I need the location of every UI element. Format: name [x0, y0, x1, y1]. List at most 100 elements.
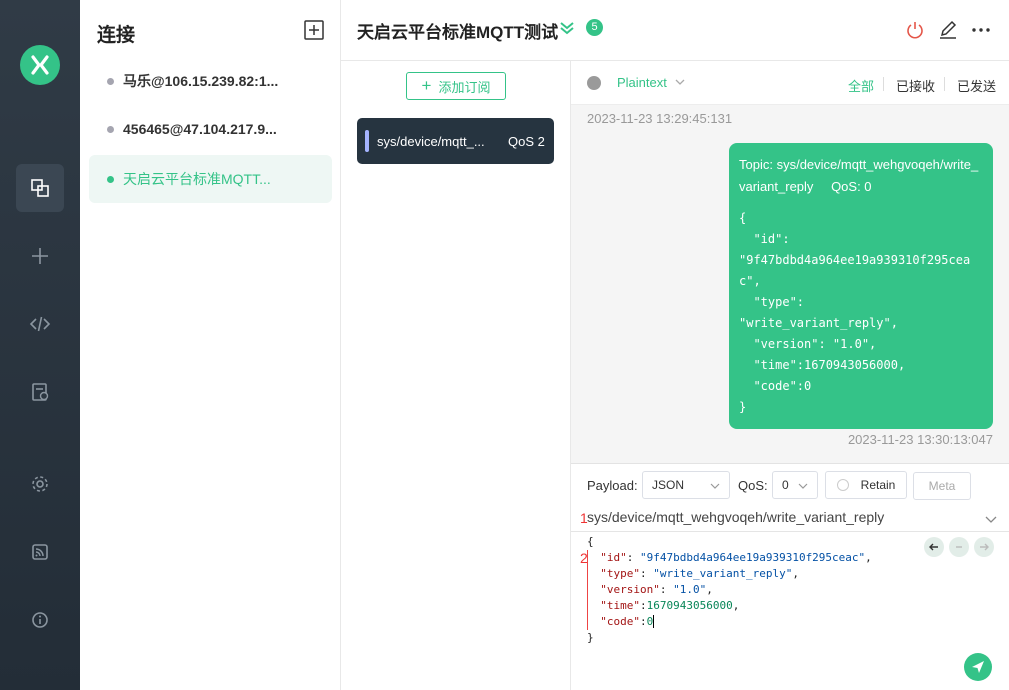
chevron-down-icon: [798, 483, 808, 489]
code-line: "type": "write_variant_reply",: [600, 567, 799, 580]
message-topic-line: Topic: sys/device/mqtt_wehgvoqeh/write_v…: [739, 154, 983, 198]
subscription-color-bar: [365, 130, 369, 152]
code-key: "type": [600, 567, 640, 580]
plus-icon: [32, 248, 48, 264]
add-subscription-label: 添加订阅: [438, 79, 491, 95]
code-key: "time": [600, 599, 640, 612]
rail-new-connection-button[interactable]: [16, 232, 64, 280]
info-icon: [32, 612, 48, 628]
connection-title: 天启云平台标准MQTT测试: [357, 23, 559, 42]
code-number: 1670943056000: [646, 599, 733, 612]
connection-item[interactable]: 456465@47.104.217.9...: [89, 105, 332, 153]
code-key: "code": [600, 615, 640, 628]
left-rail: [0, 0, 80, 690]
rail-script-button[interactable]: [16, 300, 64, 348]
payload-editor[interactable]: { "id": "9f47bdbd4a964ee19a939310f295cea…: [587, 534, 927, 646]
rail-connections-button[interactable]: [16, 164, 64, 212]
message-qos: QoS: 0: [831, 179, 872, 194]
rail-settings-button[interactable]: [16, 460, 64, 508]
connections-icon: [31, 179, 49, 197]
code-brace: {: [587, 535, 594, 548]
tab-sent[interactable]: 已发送: [957, 76, 996, 95]
connection-status-dot: [107, 125, 114, 133]
retain-toggle[interactable]: Retain: [825, 471, 907, 499]
add-subscription-button[interactable]: + 添加订阅: [406, 72, 506, 100]
payload-label: Payload:: [587, 478, 638, 493]
payload-format-select[interactable]: JSON: [642, 471, 730, 499]
message-timestamp: 2023-11-23 13:29:45:131: [587, 111, 733, 126]
connection-label: 马乐@106.15.239.82:1...: [123, 73, 279, 89]
tab-divider: [883, 77, 884, 91]
code-line: {: [587, 534, 927, 550]
arrow-right-icon: [980, 543, 989, 551]
history-prev-button[interactable]: [924, 537, 944, 557]
gear-icon: [32, 476, 48, 492]
code-line: }: [587, 630, 927, 646]
rail-subscribe-feed-button[interactable]: [16, 528, 64, 576]
topic-input-row[interactable]: 1 sys/device/mqtt_wehgvoqeh/write_varian…: [571, 504, 1009, 532]
code-line: "version": "1.0",: [600, 583, 713, 596]
arrow-left-icon: [929, 543, 938, 551]
code-brace: }: [587, 631, 594, 644]
connection-status-dot: [107, 77, 114, 85]
message-list: Plaintext 全部 已接收 已发送 2023-11-23 13:29:45…: [571, 61, 1009, 463]
subscription-topic: sys/device/mqtt_...: [377, 133, 485, 149]
connection-status-dot: [107, 175, 114, 183]
history-next-button[interactable]: [974, 537, 994, 557]
connections-panel: 连接 马乐@106.15.239.82:1... 456465@47.104.2…: [80, 0, 341, 690]
connection-header: 天启云平台标准MQTT测试 5: [341, 0, 1009, 61]
code-line: "id": "9f47bdbd4a964ee19a939310f295ceac"…: [600, 551, 872, 564]
more-icon[interactable]: [970, 19, 992, 41]
radio-icon: [836, 479, 849, 491]
code-string: "9f47bdbd4a964ee19a939310f295ceac": [640, 551, 866, 564]
sent-message-bubble[interactable]: Topic: sys/device/mqtt_wehgvoqeh/write_v…: [729, 143, 993, 429]
qos-select[interactable]: 0: [772, 471, 818, 499]
code-line: "code":0: [600, 615, 655, 628]
text-cursor: [653, 615, 655, 628]
qos-value: 0: [782, 478, 789, 492]
meta-button[interactable]: Meta: [913, 472, 971, 500]
code-string: "write_variant_reply": [653, 567, 793, 580]
send-icon: [972, 661, 984, 673]
rail-log-button[interactable]: [16, 368, 64, 416]
message-toolbar: Plaintext 全部 已接收 已发送: [571, 61, 1009, 105]
connections-title: 连接: [97, 25, 136, 46]
subscription-qos: QoS 2: [508, 133, 545, 149]
code-string: "1.0": [673, 583, 707, 596]
chevron-down-icon[interactable]: [673, 75, 687, 89]
code-line: "time":1670943056000,: [600, 599, 740, 612]
payload-format-select[interactable]: Plaintext: [617, 75, 667, 90]
logo-x-icon: [31, 55, 49, 75]
history-reset-button[interactable]: [949, 537, 969, 557]
payload-format-value: JSON: [652, 478, 685, 492]
connection-item-active[interactable]: 天启云平台标准MQTT...: [89, 155, 332, 203]
publish-panel: Payload: JSON QoS: 0 Retain Meta 1 sys/d…: [571, 463, 1009, 690]
chevron-down-icon: [710, 483, 720, 489]
retain-label: Retain: [860, 478, 896, 492]
message-timestamp: 2023-11-23 13:30:13:047: [847, 432, 993, 447]
chevron-down-icon[interactable]: [984, 512, 998, 526]
tab-divider: [944, 77, 945, 91]
double-chevron-down-icon[interactable]: [557, 18, 577, 38]
subscriptions-panel: + 添加订阅 sys/device/mqtt_... QoS 2: [341, 61, 571, 690]
rail-about-button[interactable]: [16, 596, 64, 644]
connection-item[interactable]: 马乐@106.15.239.82:1...: [89, 57, 332, 105]
rss-icon: [32, 544, 48, 560]
connection-label: 天启云平台标准MQTT...: [123, 171, 271, 187]
edit-icon[interactable]: [937, 19, 959, 41]
topic-prefix: Topic:: [739, 157, 773, 172]
send-button[interactable]: [964, 653, 992, 681]
power-icon[interactable]: [904, 19, 926, 41]
plus-icon: +: [421, 76, 432, 95]
code-key: "id": [600, 551, 627, 564]
tab-received[interactable]: 已接收: [896, 76, 935, 95]
topic-input[interactable]: sys/device/mqtt_wehgvoqeh/write_variant_…: [587, 509, 884, 525]
tab-all[interactable]: 全部: [848, 76, 874, 95]
code-icon: [29, 316, 51, 332]
add-connection-icon[interactable]: [304, 20, 324, 40]
subscription-item[interactable]: sys/device/mqtt_... QoS 2: [357, 118, 554, 164]
code-key: "version": [600, 583, 660, 596]
minus-icon: [956, 546, 962, 548]
log-icon: [32, 383, 49, 401]
qos-label: QoS:: [738, 478, 768, 493]
